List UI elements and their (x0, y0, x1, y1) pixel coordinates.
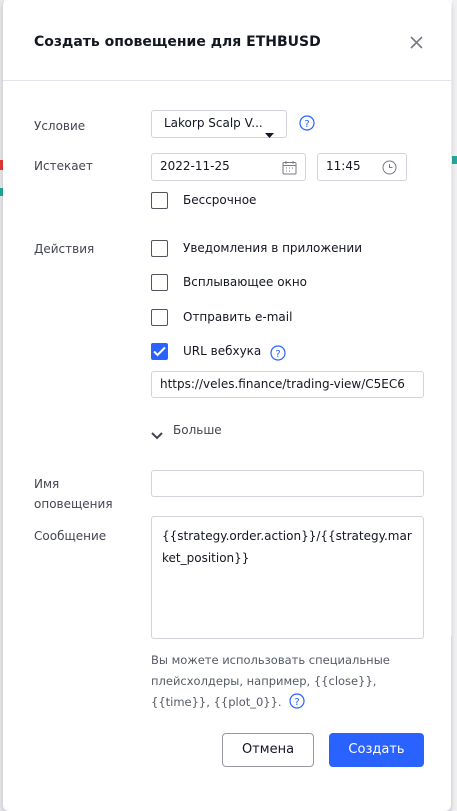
message-hint: Вы можете использовать специальные плейс… (151, 650, 431, 716)
background-strip-right (452, 0, 457, 811)
condition-help-icon[interactable]: ? (299, 115, 315, 131)
popup-checkbox[interactable] (151, 274, 168, 291)
svg-text:?: ? (275, 349, 280, 360)
webhook-url-label: URL вебхука (183, 344, 262, 358)
open-ended-checkbox[interactable] (151, 192, 168, 209)
expiration-time-value: 11:45 (326, 159, 361, 173)
send-email-checkbox[interactable] (151, 309, 168, 326)
message-hint-text: Вы можете использовать специальные плейс… (151, 653, 390, 709)
in-app-notification-checkbox[interactable] (151, 240, 168, 257)
create-alert-dialog: Создать оповещение для ETHBUSD Условие L… (3, 0, 451, 811)
popup-label: Всплывающее окно (183, 275, 308, 289)
caret-down-icon (265, 123, 274, 142)
webhook-url-checkbox[interactable] (151, 343, 168, 360)
expiration-time-input[interactable]: 11:45 (317, 153, 407, 181)
condition-select[interactable]: Lakorp Scalp V... (151, 110, 287, 138)
svg-text:?: ? (304, 119, 309, 130)
condition-select-value: Lakorp Scalp V... (164, 116, 263, 130)
message-value: {{strategy.order.action}}/{{strategy.mar… (162, 529, 412, 565)
cancel-button[interactable]: Отмена (222, 733, 314, 767)
expires-label: Истекает (34, 159, 93, 173)
webhook-url-value: https://veles.finance/trading-view/C5EC6 (160, 377, 405, 391)
chevron-down-icon (151, 425, 163, 444)
webhook-help-icon[interactable]: ? (270, 345, 286, 361)
create-button[interactable]: Создать (329, 733, 424, 767)
dialog-header: Создать оповещение для ETHBUSD (3, 0, 451, 81)
message-textarea[interactable]: {{strategy.order.action}}/{{strategy.mar… (151, 516, 424, 639)
expiration-date-value: 2022-11-25 (160, 159, 230, 173)
alert-name-label-line1: Имя (34, 477, 60, 491)
more-label: Больше (173, 423, 222, 437)
in-app-notification-label: Уведомления в приложении (183, 241, 362, 255)
condition-label: Условие (34, 119, 86, 133)
message-label: Сообщение (34, 529, 107, 543)
alert-name-input[interactable] (151, 470, 424, 497)
alert-name-label-line2: оповещения (34, 497, 113, 511)
expiration-date-input[interactable]: 2022-11-25 (151, 153, 306, 181)
clock-icon[interactable] (382, 160, 397, 179)
dialog-title: Создать оповещение для ETHBUSD (34, 34, 321, 50)
checkmark-icon (153, 346, 166, 357)
open-ended-label: Бессрочное (183, 193, 257, 207)
alert-name-label: Имя оповещения (34, 474, 113, 514)
message-help-icon[interactable]: ? (289, 693, 305, 716)
send-email-label: Отправить e-mail (183, 310, 293, 324)
webhook-url-input[interactable]: https://veles.finance/trading-view/C5EC6 (151, 371, 424, 398)
calendar-icon[interactable] (282, 160, 297, 179)
actions-label: Действия (34, 242, 95, 256)
close-icon[interactable] (407, 33, 427, 53)
svg-text:?: ? (295, 697, 300, 708)
background-candle (452, 156, 457, 164)
